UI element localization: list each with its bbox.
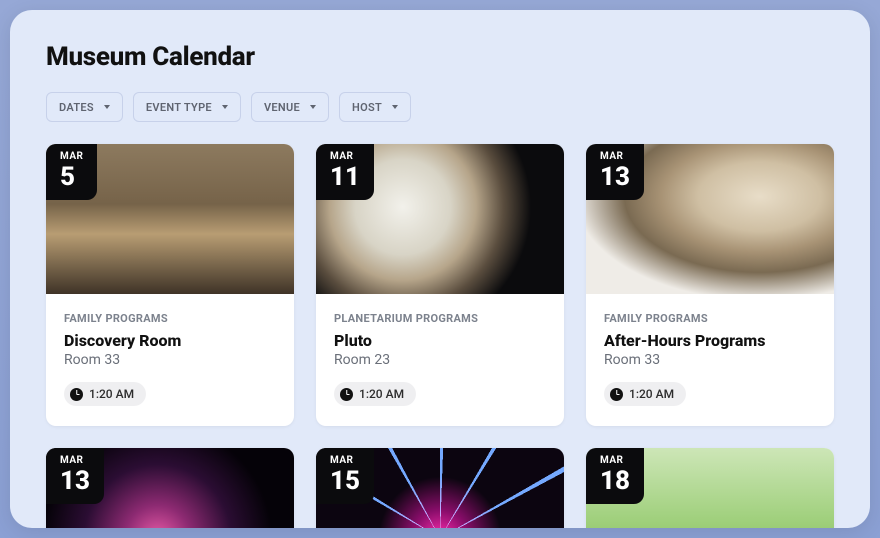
page-title: Museum Calendar xyxy=(46,42,834,72)
event-title: After-Hours Programs xyxy=(604,331,816,350)
time-chip: 1:20 AM xyxy=(604,382,686,406)
filter-event-type[interactable]: EVENT TYPE xyxy=(133,92,241,122)
event-card[interactable]: MAR 15 xyxy=(316,448,564,528)
date-month: MAR xyxy=(60,152,83,162)
filter-bar: DATES EVENT TYPE VENUE HOST xyxy=(46,92,834,122)
caret-down-icon xyxy=(222,105,228,109)
event-title: Pluto xyxy=(334,331,546,350)
date-month: MAR xyxy=(60,456,90,466)
time-chip: 1:20 AM xyxy=(334,382,416,406)
event-body: FAMILY PROGRAMS After-Hours Programs Roo… xyxy=(586,294,834,426)
clock-icon xyxy=(610,388,623,401)
event-category: FAMILY PROGRAMS xyxy=(604,312,816,325)
event-time: 1:20 AM xyxy=(359,387,404,401)
date-badge: MAR 13 xyxy=(46,448,104,504)
date-month: MAR xyxy=(330,152,360,162)
event-image: MAR 18 xyxy=(586,448,834,528)
event-time: 1:20 AM xyxy=(89,387,134,401)
event-category: FAMILY PROGRAMS xyxy=(64,312,276,325)
event-title: Discovery Room xyxy=(64,331,276,350)
clock-icon xyxy=(340,388,353,401)
time-chip: 1:20 AM xyxy=(64,382,146,406)
clock-icon xyxy=(70,388,83,401)
event-room: Room 33 xyxy=(604,352,816,368)
filter-label: EVENT TYPE xyxy=(146,101,212,114)
date-badge: MAR 18 xyxy=(586,448,644,504)
date-badge: MAR 15 xyxy=(316,448,374,504)
date-day: 11 xyxy=(330,164,360,190)
filter-label: VENUE xyxy=(264,101,300,114)
event-image: MAR 13 xyxy=(586,144,834,294)
date-month: MAR xyxy=(330,456,360,466)
event-time: 1:20 AM xyxy=(629,387,674,401)
date-day: 5 xyxy=(60,164,83,190)
event-card[interactable]: MAR 18 xyxy=(586,448,834,528)
caret-down-icon xyxy=(392,105,398,109)
date-badge: MAR 5 xyxy=(46,144,97,200)
event-grid: MAR 5 FAMILY PROGRAMS Discovery Room Roo… xyxy=(46,144,834,528)
event-body: FAMILY PROGRAMS Discovery Room Room 33 1… xyxy=(46,294,294,426)
event-card[interactable]: MAR 13 FAMILY PROGRAMS After-Hours Progr… xyxy=(586,144,834,426)
filter-dates[interactable]: DATES xyxy=(46,92,123,122)
event-card[interactable]: MAR 11 PLANETARIUM PROGRAMS Pluto Room 2… xyxy=(316,144,564,426)
date-day: 15 xyxy=(330,468,360,494)
event-category: PLANETARIUM PROGRAMS xyxy=(334,312,546,325)
date-day: 13 xyxy=(60,468,90,494)
date-day: 13 xyxy=(600,164,630,190)
filter-label: DATES xyxy=(59,101,94,114)
date-badge: MAR 11 xyxy=(316,144,374,200)
event-image: MAR 11 xyxy=(316,144,564,294)
filter-venue[interactable]: VENUE xyxy=(251,92,329,122)
event-room: Room 33 xyxy=(64,352,276,368)
event-card[interactable]: MAR 13 xyxy=(46,448,294,528)
caret-down-icon xyxy=(310,105,316,109)
date-badge: MAR 13 xyxy=(586,144,644,200)
event-card[interactable]: MAR 5 FAMILY PROGRAMS Discovery Room Roo… xyxy=(46,144,294,426)
filter-label: HOST xyxy=(352,101,382,114)
caret-down-icon xyxy=(104,105,110,109)
date-day: 18 xyxy=(600,468,630,494)
date-month: MAR xyxy=(600,152,630,162)
event-body: PLANETARIUM PROGRAMS Pluto Room 23 1:20 … xyxy=(316,294,564,426)
app-window: Museum Calendar DATES EVENT TYPE VENUE H… xyxy=(10,10,870,528)
event-image: MAR 13 xyxy=(46,448,294,528)
event-room: Room 23 xyxy=(334,352,546,368)
filter-host[interactable]: HOST xyxy=(339,92,411,122)
event-image: MAR 5 xyxy=(46,144,294,294)
event-image: MAR 15 xyxy=(316,448,564,528)
date-month: MAR xyxy=(600,456,630,466)
